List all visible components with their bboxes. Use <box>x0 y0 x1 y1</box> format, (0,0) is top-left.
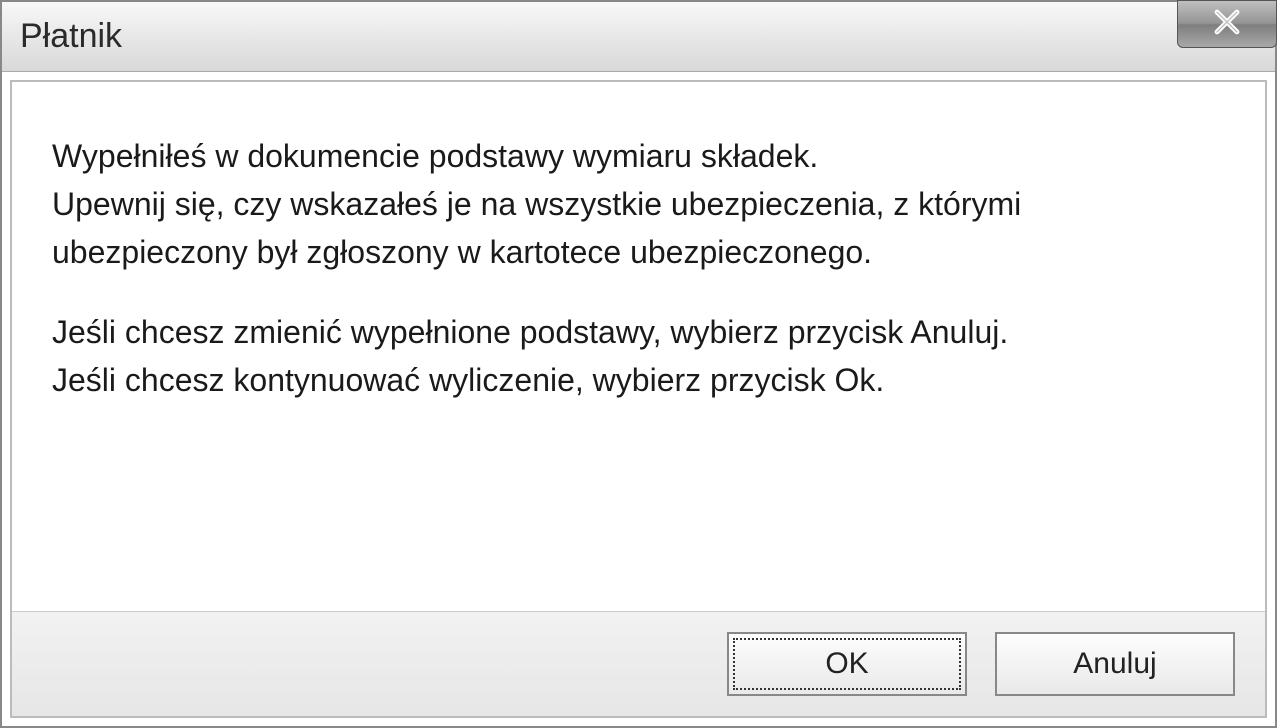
cancel-button[interactable]: Anuluj <box>995 632 1235 696</box>
message-line: Upewnij się, czy wskazałeś je na wszystk… <box>52 180 1225 228</box>
dialog-body: Wypełniłeś w dokumencie podstawy wymiaru… <box>10 80 1267 718</box>
spacer <box>52 276 1225 308</box>
close-icon <box>1210 5 1244 44</box>
ok-button[interactable]: OK <box>727 632 967 696</box>
message-area: Wypełniłeś w dokumencie podstawy wymiaru… <box>12 82 1265 611</box>
message-line: Jeśli chcesz zmienić wypełnione podstawy… <box>52 308 1225 356</box>
dialog-window: Płatnik Wypełniłeś w dokumencie podstawy… <box>0 0 1277 728</box>
button-bar: OK Anuluj <box>12 611 1265 716</box>
message-line: Jeśli chcesz kontynuować wyliczenie, wyb… <box>52 356 1225 404</box>
close-button[interactable] <box>1177 0 1277 48</box>
message-line: ubezpieczony był zgłoszony w kartotece u… <box>52 228 1225 276</box>
titlebar: Płatnik <box>2 2 1275 72</box>
dialog-title: Płatnik <box>20 17 122 56</box>
message-line: Wypełniłeś w dokumencie podstawy wymiaru… <box>52 132 1225 180</box>
